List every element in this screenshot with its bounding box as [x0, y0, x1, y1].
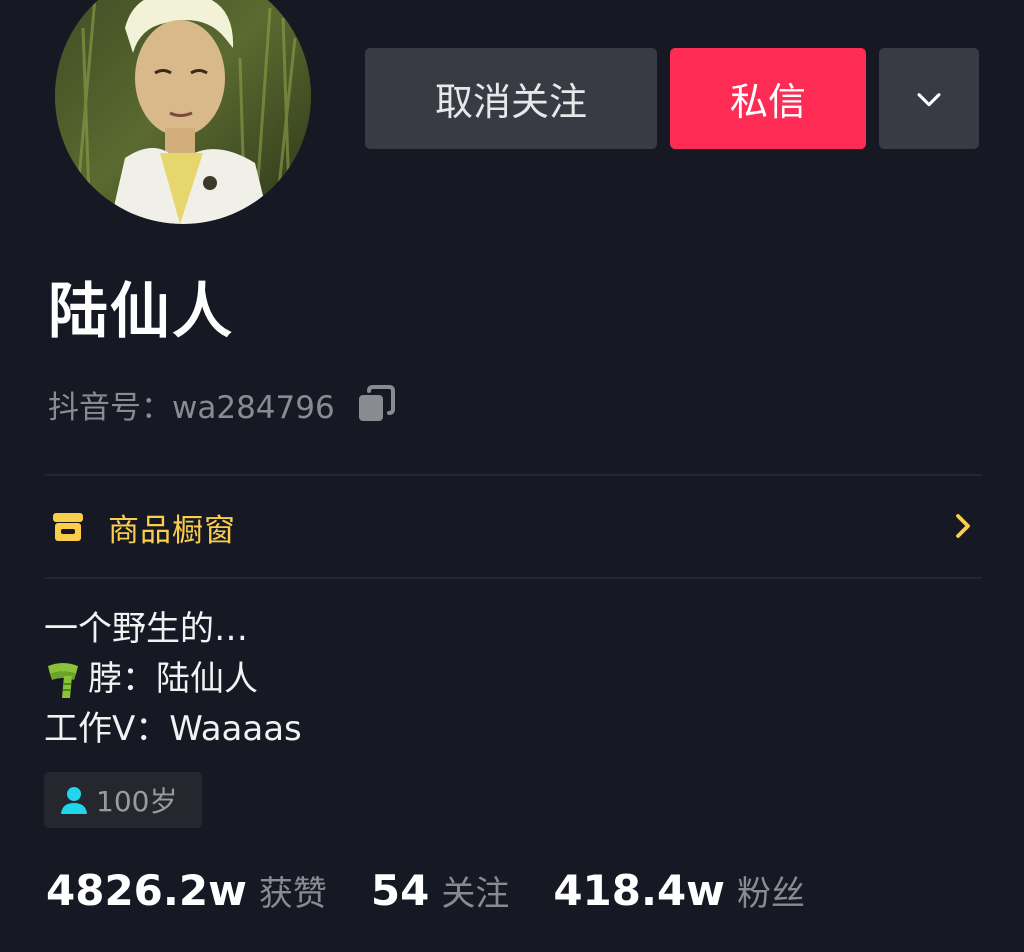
avatar[interactable] [55, 0, 311, 224]
unfollow-button[interactable]: 取消关注 [365, 48, 657, 149]
age-text: 100岁 [96, 785, 178, 818]
message-button[interactable]: 私信 [670, 48, 866, 149]
stat-followers[interactable]: 418.4w 粉丝 [553, 866, 805, 915]
avatar-image [55, 0, 311, 224]
person-icon [61, 787, 87, 814]
chevron-right-icon [956, 514, 970, 538]
divider [44, 577, 982, 579]
stats-row: 4826.2w 获赞 54 关注 418.4w 粉丝 [46, 866, 805, 930]
stat-likes-label: 获赞 [258, 874, 327, 914]
chevron-down-icon [917, 92, 941, 106]
unfollow-label: 取消关注 [434, 80, 587, 124]
more-button[interactable] [879, 48, 979, 149]
douyin-id-row: 抖音号：wa284796 [48, 382, 397, 426]
bio-line: 工作V：Waaaas [44, 709, 302, 749]
divider [44, 474, 982, 476]
bio: 一个野生的… 脖：陆仙人 工作V：Waaaas [44, 604, 302, 754]
message-label: 私信 [729, 80, 806, 124]
stat-following-label: 关注 [441, 874, 510, 914]
stat-likes-value: 4826.2w [46, 866, 247, 915]
stat-likes[interactable]: 4826.2w 获赞 [46, 866, 327, 915]
bio-line: 脖：陆仙人 [44, 654, 302, 704]
douyin-id-text: 抖音号：wa284796 [48, 389, 335, 426]
shop-icon [53, 513, 83, 541]
profile-page: 取消关注 私信 陆仙人 抖音号：wa284796 商品橱窗 一个野生的… 脖：陆… [0, 0, 1024, 952]
profile-name: 陆仙人 [48, 277, 234, 347]
age-tag: 100岁 [44, 772, 202, 828]
copy-icon[interactable] [355, 383, 397, 425]
bio-line: 一个野生的… [44, 609, 248, 649]
stat-following[interactable]: 54 关注 [371, 866, 509, 915]
stat-followers-value: 418.4w [553, 866, 725, 915]
stat-following-value: 54 [370, 866, 430, 915]
shop-window-label: 商品橱窗 [108, 512, 236, 549]
stat-followers-label: 粉丝 [736, 874, 805, 914]
shop-window-row[interactable]: 商品橱窗 [44, 478, 982, 576]
scarf-icon [48, 663, 78, 698]
